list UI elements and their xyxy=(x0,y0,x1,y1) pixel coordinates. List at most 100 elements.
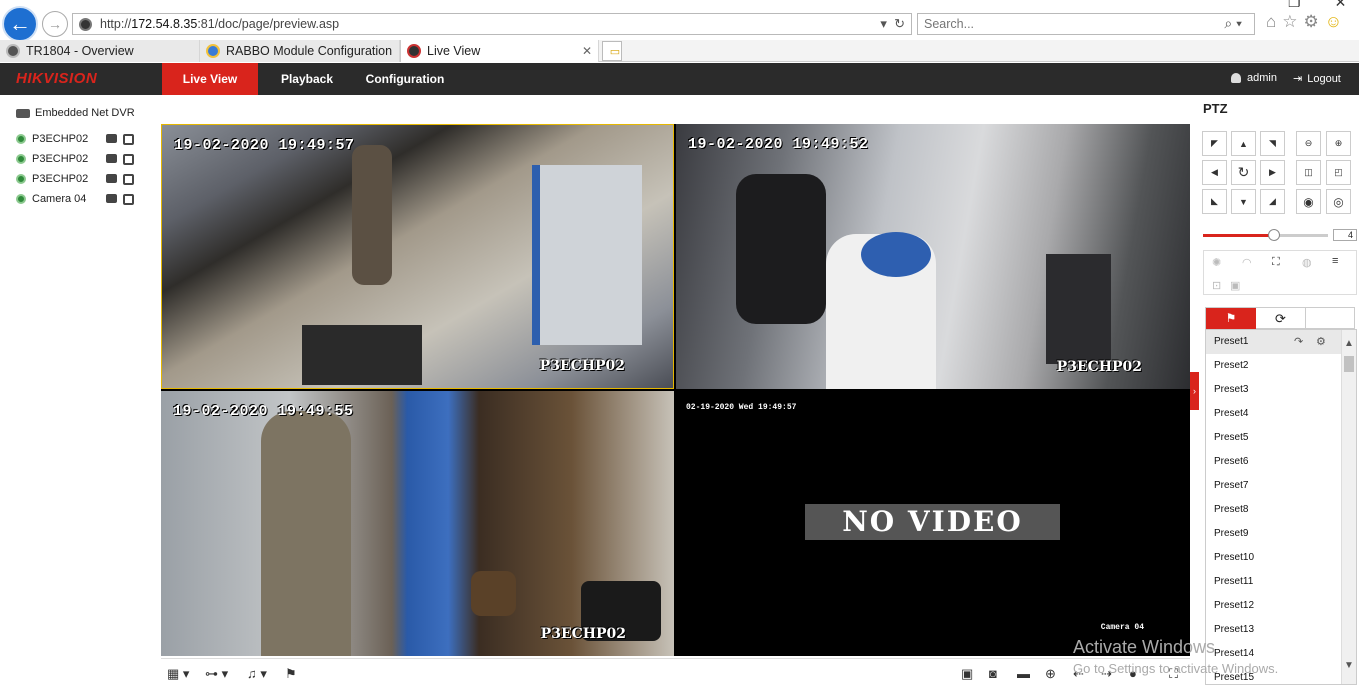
zoom-icon[interactable]: ⊕ xyxy=(1045,666,1056,682)
wiper-icon[interactable]: ◠ xyxy=(1242,256,1252,269)
stream-icon[interactable] xyxy=(123,133,134,145)
ptz-up-left-button[interactable]: ◤ xyxy=(1202,131,1227,156)
microphone-icon[interactable]: ♫ ▾ xyxy=(247,666,267,682)
patrol-tab-icon[interactable]: ⟳ xyxy=(1256,308,1306,329)
video-pane[interactable]: 19-02-2020 19:49:57 P3ECHP02 xyxy=(161,124,674,389)
new-tab-button[interactable]: ▭ xyxy=(602,41,622,61)
close-tab-icon[interactable]: ✕ xyxy=(582,44,592,58)
scroll-up-icon[interactable]: ▲ xyxy=(1344,338,1354,349)
ptz-down-button[interactable]: ▼ xyxy=(1231,189,1256,214)
preset-item[interactable]: Preset5 xyxy=(1206,426,1341,450)
restore-icon[interactable]: ❐ xyxy=(1288,0,1301,11)
preset-item[interactable]: Preset1 ↷ ⚙ xyxy=(1206,330,1341,354)
capture-camera-icon[interactable]: ◙ xyxy=(989,666,997,681)
stream-type-icon[interactable]: ⊶ ▾ xyxy=(205,666,228,682)
record-clip-icon[interactable]: ▬ xyxy=(1017,666,1030,681)
light-icon[interactable]: ✺ xyxy=(1212,256,1221,269)
preset-scrollbar[interactable]: ▲ ▼ xyxy=(1341,330,1356,684)
video-pane[interactable]: 02-19-2020 Wed 19:49:57 NO VIDEO Camera … xyxy=(676,391,1190,656)
tab-rabbo[interactable]: RABBO Module Configuration xyxy=(200,40,400,62)
ptz-left-button[interactable]: ◀ xyxy=(1202,160,1227,185)
smiley-icon[interactable]: ☺ xyxy=(1325,12,1342,32)
address-bar[interactable]: http://172.54.8.35:81/doc/page/preview.a… xyxy=(72,13,912,35)
record-icon[interactable] xyxy=(106,173,117,183)
stop-all-icon[interactable]: ▣ xyxy=(961,666,973,682)
3d-zoom-icon[interactable]: ▣ xyxy=(1230,279,1240,292)
record-icon[interactable] xyxy=(106,193,117,203)
record-icon[interactable] xyxy=(106,153,117,163)
zoom-out-icon[interactable]: ⊖ xyxy=(1296,131,1321,156)
nav-live-view[interactable]: Live View xyxy=(162,63,258,95)
panel-collapse-handle[interactable]: › xyxy=(1190,372,1199,410)
camera-item[interactable]: P3ECHP02 xyxy=(16,171,146,187)
iris-open-icon[interactable]: ◉ xyxy=(1296,189,1321,214)
back-button[interactable]: ← xyxy=(2,6,38,42)
search-icon[interactable]: ⌕ ▾ xyxy=(1224,15,1242,32)
bag-shape xyxy=(736,174,826,324)
logout-button[interactable]: ⇥ Logout xyxy=(1293,72,1341,86)
preset-item[interactable]: Preset3 xyxy=(1206,378,1341,402)
close-window-icon[interactable]: ✕ xyxy=(1335,0,1347,11)
preset-item[interactable]: Preset2 xyxy=(1206,354,1341,378)
ptz-speed-slider[interactable] xyxy=(1203,229,1328,241)
layout-grid-icon[interactable]: ▦ ▾ xyxy=(167,666,189,682)
stream-icon[interactable] xyxy=(123,173,134,185)
nav-playback[interactable]: Playback xyxy=(262,63,352,95)
ptz-right-button[interactable]: ▶ xyxy=(1260,160,1285,185)
focus-assist-icon[interactable]: ⛶ xyxy=(1272,256,1280,269)
tab-label: TR1804 - Overview xyxy=(26,44,134,58)
ptz-up-button[interactable]: ▲ xyxy=(1231,131,1256,156)
ptz-up-right-button[interactable]: ◥ xyxy=(1260,131,1285,156)
call-preset-icon[interactable]: ↷ xyxy=(1294,330,1303,354)
focus-far-icon[interactable]: ◰ xyxy=(1326,160,1351,185)
preset-label: Preset3 xyxy=(1214,384,1249,395)
camera-item[interactable]: P3ECHP02 xyxy=(16,131,146,147)
camera-status-icon xyxy=(16,154,26,164)
focus-near-icon[interactable]: ◫ xyxy=(1296,160,1321,185)
video-pane[interactable]: 19-02-2020 19:49:55 P3ECHP02 xyxy=(161,391,674,656)
stream-icon[interactable] xyxy=(123,193,134,205)
ptz-down-left-button[interactable]: ◣ xyxy=(1202,189,1227,214)
preset-item[interactable]: Preset6 xyxy=(1206,450,1341,474)
preset-item[interactable]: Preset9 xyxy=(1206,522,1341,546)
iris-close-icon[interactable]: ◎ xyxy=(1326,189,1351,214)
manual-track-icon[interactable]: ⊡ xyxy=(1212,279,1221,292)
scroll-thumb[interactable] xyxy=(1344,356,1354,372)
nav-configuration[interactable]: Configuration xyxy=(360,63,450,95)
tab-overview[interactable]: TR1804 - Overview xyxy=(0,40,200,62)
lens-init-icon[interactable]: ◍ xyxy=(1302,256,1312,269)
logout-icon: ⇥ xyxy=(1293,73,1303,85)
menu-icon[interactable]: ≡ xyxy=(1332,255,1338,267)
preset-item[interactable]: Preset8 xyxy=(1206,498,1341,522)
home-icon[interactable]: ⌂ xyxy=(1266,12,1276,32)
slider-knob[interactable] xyxy=(1268,229,1281,241)
preset-item[interactable]: Preset11 xyxy=(1206,570,1341,594)
record-icon[interactable] xyxy=(106,133,117,143)
tab-live-view[interactable]: Live View ✕ xyxy=(400,40,599,62)
ptz-down-right-button[interactable]: ◢ xyxy=(1260,189,1285,214)
preset-item[interactable]: Preset12 xyxy=(1206,594,1341,618)
preset-tab-icon[interactable]: ⚑ xyxy=(1206,308,1256,329)
camera-item[interactable]: P3ECHP02 xyxy=(16,151,146,167)
camera-item[interactable]: Camera 04 xyxy=(16,191,146,207)
preset-item[interactable]: Preset10 xyxy=(1206,546,1341,570)
preset-item[interactable]: Preset4 xyxy=(1206,402,1341,426)
ptz-auto-button[interactable]: ↻ xyxy=(1231,160,1256,185)
windows-activation-watermark: Activate Windows Go to Settings to activ… xyxy=(1073,636,1278,680)
zoom-in-icon[interactable]: ⊕ xyxy=(1326,131,1351,156)
preset-item[interactable]: Preset7 xyxy=(1206,474,1341,498)
alarm-output-icon[interactable]: ⚑ xyxy=(285,666,297,682)
favorites-star-icon[interactable]: ☆ xyxy=(1282,12,1297,32)
refresh-icon[interactable]: ▾ ↻ xyxy=(880,16,905,32)
tree-root[interactable]: Embedded Net DVR xyxy=(16,107,135,119)
scroll-down-icon[interactable]: ▼ xyxy=(1344,660,1354,671)
search-input[interactable] xyxy=(924,17,1214,31)
stream-icon[interactable] xyxy=(123,153,134,165)
set-preset-gear-icon[interactable]: ⚙ xyxy=(1316,330,1326,354)
video-pane[interactable]: 19-02-2020 19:49:52 P3ECHP02 xyxy=(676,124,1190,389)
forward-button[interactable]: → xyxy=(42,11,68,37)
username: admin xyxy=(1247,72,1277,84)
search-box[interactable]: ⌕ ▾ xyxy=(917,13,1255,35)
settings-gear-icon[interactable]: ⚙ xyxy=(1304,12,1319,32)
user-menu[interactable]: admin xyxy=(1231,72,1277,84)
